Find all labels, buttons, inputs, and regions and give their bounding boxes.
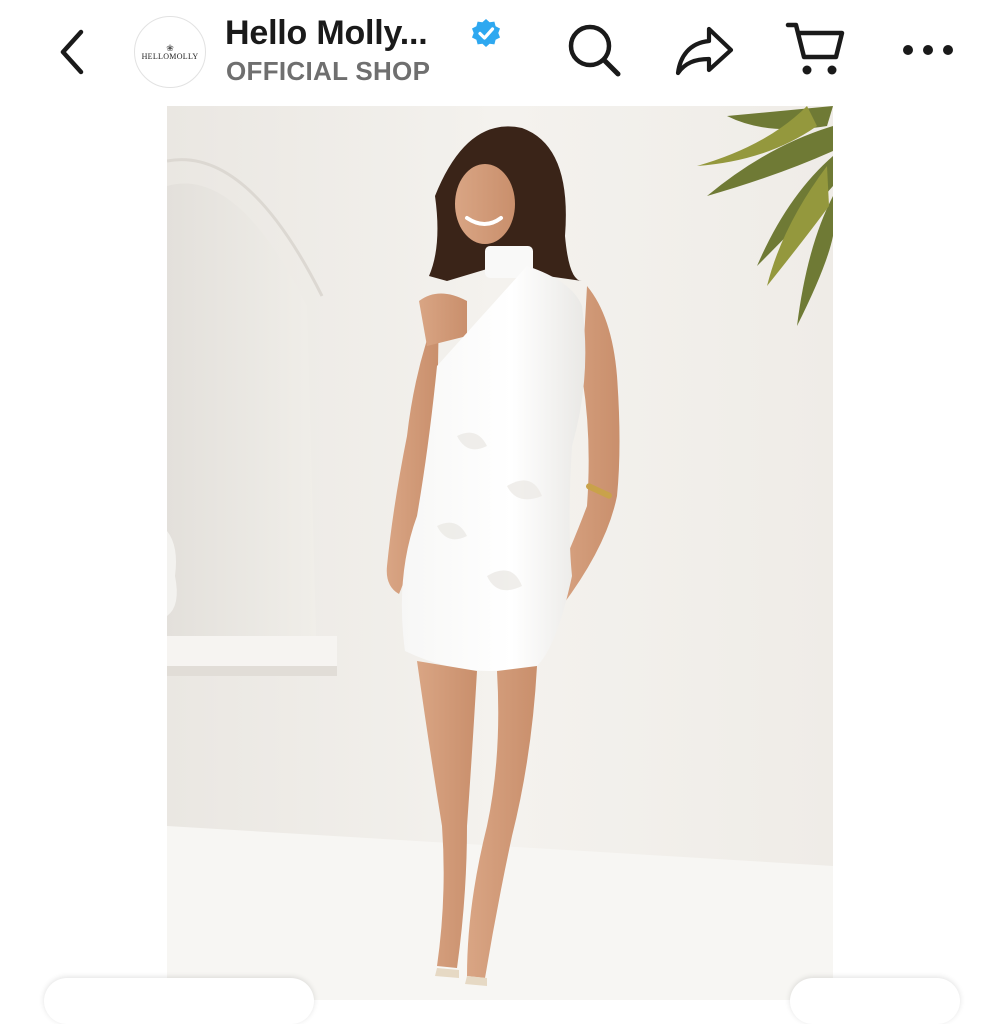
cart-icon bbox=[785, 22, 845, 75]
back-icon bbox=[60, 29, 84, 75]
logo-mark-icon: ❀ bbox=[166, 42, 174, 53]
top-bar: ❀ HELLOMOLLY Hello Molly... OFFICIAL SHO… bbox=[0, 0, 1000, 106]
product-photo-illustration bbox=[167, 106, 833, 1000]
shop-logo[interactable]: ❀ HELLOMOLLY bbox=[134, 16, 206, 88]
shop-subtitle: OFFICIAL SHOP bbox=[226, 56, 431, 86]
bottom-left-pill[interactable] bbox=[44, 978, 314, 1024]
cart-button[interactable] bbox=[784, 18, 848, 82]
logo-text: HELLOMOLLY bbox=[141, 51, 199, 61]
share-icon bbox=[675, 26, 734, 76]
bottom-right-pill[interactable] bbox=[790, 978, 960, 1024]
product-image[interactable] bbox=[167, 106, 833, 1000]
verified-icon bbox=[472, 19, 500, 47]
search-button[interactable] bbox=[562, 18, 626, 82]
more-options-button[interactable] bbox=[898, 30, 958, 70]
share-button[interactable] bbox=[672, 20, 736, 80]
back-button[interactable] bbox=[48, 24, 96, 80]
search-icon bbox=[568, 24, 621, 77]
shop-name[interactable]: Hello Molly... bbox=[225, 14, 428, 53]
more-icon bbox=[903, 45, 953, 55]
